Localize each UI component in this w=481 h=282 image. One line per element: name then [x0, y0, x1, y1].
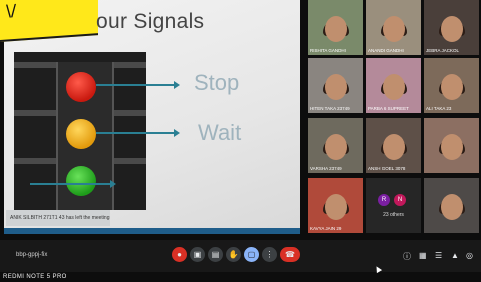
other-avatar: N [394, 194, 406, 206]
slide-title: our Signals [96, 10, 205, 33]
participant-tile[interactable]: RISHITA GANDHI [308, 0, 363, 55]
presentation-slide: \/ our Signals Stop Wait [0, 0, 300, 232]
people-icon[interactable]: ▦ [419, 251, 427, 260]
activities-icon[interactable]: ▲ [451, 251, 459, 260]
end-call-button[interactable]: ☎ [280, 247, 300, 262]
participant-face [324, 133, 347, 160]
red-light [66, 72, 96, 102]
green-light [66, 166, 96, 196]
meeting-control-bar: bbp-gppj-fix ● ▣ ▤ ✋ ▢ ⋮ ☎ ⓘ ▦ ☰ ▲ ◎ [0, 240, 481, 272]
participant-name: PARBA 6 SUPREET [368, 106, 409, 111]
participant-face [382, 133, 405, 160]
captions-button[interactable]: ▤ [208, 247, 223, 262]
light-slat [110, 158, 146, 164]
sticky-note: \/ [0, 0, 98, 43]
other-avatar: R [378, 194, 390, 206]
participant-name: ANANDI GANDHI [368, 48, 404, 53]
participant-name: JEBRA JACKOL [426, 48, 460, 53]
participant-tile[interactable]: ANSH GOEL 3078 [366, 118, 421, 173]
participant-tile[interactable]: PARBA 6 SUPREET [366, 58, 421, 113]
participant-name: HITEN TAKA 23749 [310, 106, 350, 111]
meeting-code: bbp-gppj-fix [16, 252, 48, 258]
stop-label: Stop [194, 70, 240, 95]
participant-tile[interactable]: HITEN TAKA 23749 [308, 58, 363, 113]
wait-label: Wait [198, 120, 242, 145]
participant-tile[interactable]: JEBRA JACKOL [424, 0, 479, 55]
camera-watermark: REDMI NOTE 5 PRO [3, 274, 67, 280]
stop-pointer-arrow [96, 81, 180, 89]
participant-face [324, 73, 347, 100]
camera-button[interactable]: ▣ [190, 247, 205, 262]
present-button[interactable]: ▢ [244, 247, 259, 262]
slide-footer-bar [4, 228, 300, 234]
participant-face [382, 15, 405, 42]
go-pointer-line [30, 180, 116, 188]
participant-tile[interactable]: ANANDI GANDHI [366, 0, 421, 55]
mic-off-button[interactable]: ● [172, 247, 187, 262]
participant-tile[interactable]: ALI TAKA 23 [424, 58, 479, 113]
info-icon[interactable]: ⓘ [403, 251, 411, 262]
participant-face [324, 15, 347, 42]
participant-name: KAVYA JAIN 29 [310, 226, 342, 231]
light-slat [14, 62, 56, 68]
more-options-button[interactable]: ⋮ [262, 247, 277, 262]
participant-tile[interactable] [424, 178, 479, 233]
raise-hand-button[interactable]: ✋ [226, 247, 241, 262]
chat-icon[interactable]: ☰ [435, 251, 442, 260]
participant-face [440, 133, 463, 160]
light-slat [110, 62, 146, 68]
participant-name: VARSHA 23749 [310, 166, 342, 171]
others-tile[interactable]: R N 23 others [366, 178, 421, 233]
participant-face [440, 15, 463, 42]
left-meeting-toast: ANIK SILBITH 271T1 43 has left the meeti… [6, 210, 110, 226]
participant-grid: RISHITA GANDHI ANANDI GANDHI JEBRA JACKO… [306, 0, 481, 238]
participant-tile[interactable]: VARSHA 23749 [308, 118, 363, 173]
host-controls-icon[interactable]: ◎ [466, 251, 473, 260]
participant-face [324, 193, 347, 220]
light-slat [110, 110, 146, 116]
sticky-scribble: \/ [6, 0, 17, 22]
wait-pointer-arrow [96, 129, 180, 137]
light-slat [14, 158, 56, 164]
participant-name: ANSH GOEL 3078 [368, 166, 406, 171]
others-count: 23 others [383, 212, 404, 218]
participant-face [440, 73, 463, 100]
light-slat [14, 110, 56, 116]
participant-name: ALI TAKA 23 [426, 106, 452, 111]
yellow-light [66, 119, 96, 149]
participant-face [440, 193, 463, 220]
participant-name: RISHITA GANDHI [310, 48, 346, 53]
participant-face [382, 73, 405, 100]
participant-tile[interactable] [424, 118, 479, 173]
participant-tile[interactable]: KAVYA JAIN 29 [308, 178, 363, 233]
